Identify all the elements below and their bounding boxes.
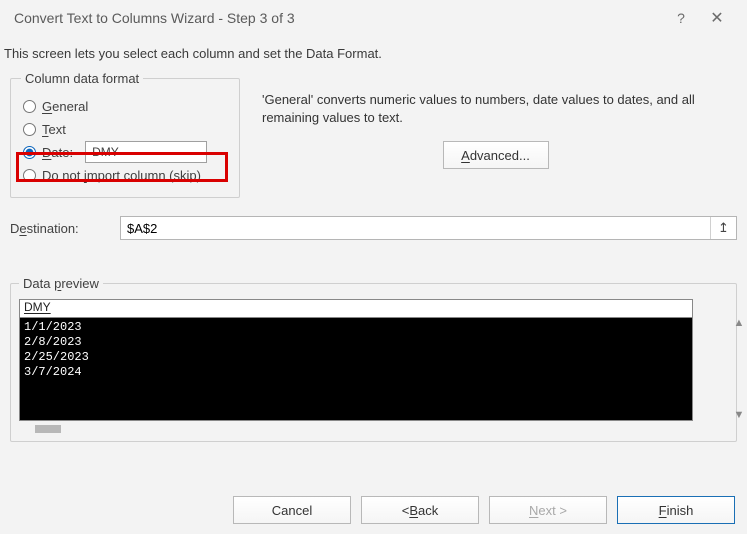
close-button[interactable]: ✕	[699, 8, 735, 28]
label-skip[interactable]: Do not import column (skip)	[42, 168, 201, 183]
label-text[interactable]: Text	[42, 122, 66, 137]
scroll-down-icon[interactable]: ▼	[734, 409, 745, 421]
date-order-value: DMY	[92, 145, 119, 159]
titlebar: Convert Text to Columns Wizard - Step 3 …	[0, 0, 747, 36]
column-data-format-group: Column data format General Text Date: DM…	[10, 71, 240, 198]
help-button[interactable]: ?	[663, 10, 699, 26]
advanced-button[interactable]: Advanced...	[443, 141, 549, 169]
destination-label: Destination:	[10, 221, 110, 236]
cancel-button[interactable]: Cancel	[233, 496, 351, 524]
radio-date[interactable]	[23, 146, 36, 159]
scroll-thumb[interactable]	[35, 425, 61, 433]
dialog-title: Convert Text to Columns Wizard - Step 3 …	[14, 10, 295, 26]
next-button: Next >	[489, 496, 607, 524]
preview-legend: Data preview	[19, 276, 103, 291]
preview-column-header[interactable]: DMY	[19, 299, 693, 317]
data-preview-group: Data preview DMY 1/1/2023 2/8/2023 2/25/…	[10, 276, 737, 442]
instruction-text: This screen lets you select each column …	[4, 46, 743, 61]
range-picker-icon[interactable]: ↥	[710, 217, 736, 239]
scroll-up-icon[interactable]: ▲	[734, 317, 745, 329]
chevron-down-icon: ⌄	[195, 147, 203, 158]
radio-general[interactable]	[23, 100, 36, 113]
radio-skip[interactable]	[23, 169, 36, 182]
finish-button[interactable]: Finish	[617, 496, 735, 524]
label-general[interactable]: General	[42, 99, 88, 114]
radio-text[interactable]	[23, 123, 36, 136]
destination-input[interactable]	[121, 217, 710, 239]
general-hint: 'General' converts numeric values to num…	[262, 91, 729, 127]
format-legend: Column data format	[21, 71, 143, 86]
label-date[interactable]: Date:	[42, 145, 73, 160]
date-order-combo[interactable]: DMY ⌄	[85, 141, 207, 163]
back-button[interactable]: < Back	[361, 496, 479, 524]
preview-body: 1/1/2023 2/8/2023 2/25/2023 3/7/2024	[19, 317, 693, 421]
